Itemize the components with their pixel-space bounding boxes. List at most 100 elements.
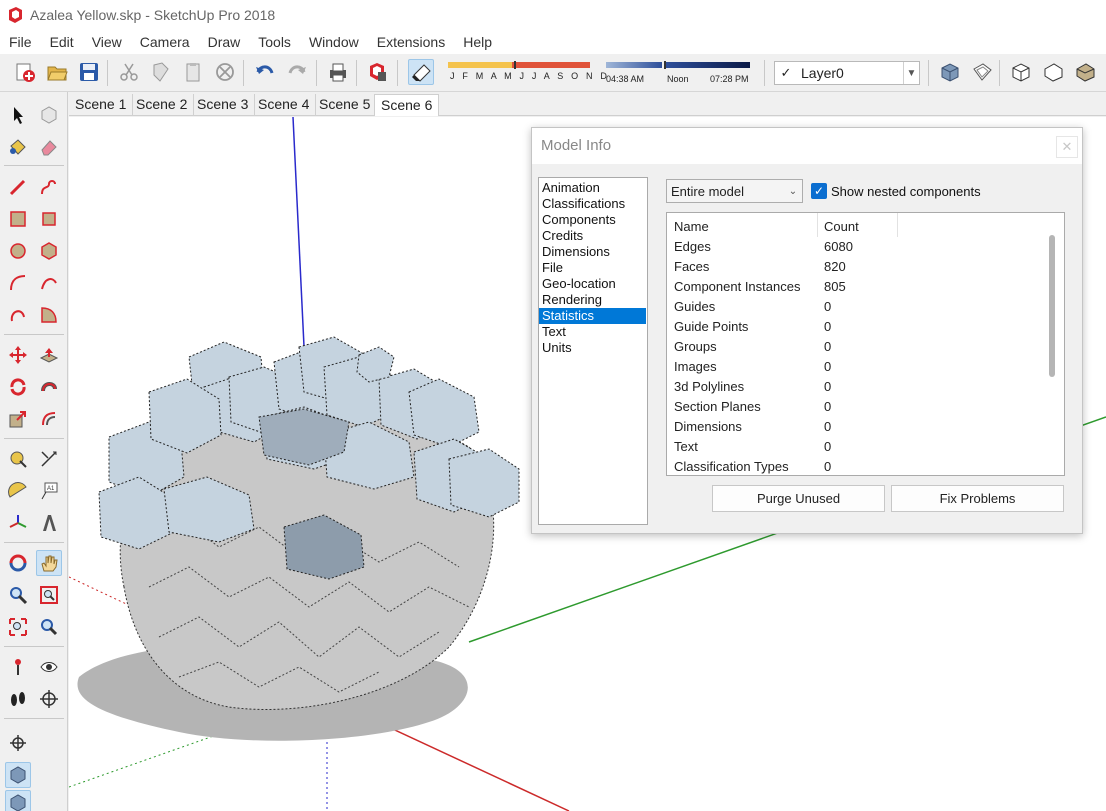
rotate-icon[interactable] [5,374,31,400]
position-camera-icon[interactable] [5,654,31,680]
axes-icon[interactable] [5,510,31,536]
zoom-extents-icon[interactable] [5,614,31,640]
component-view-icon[interactable] [5,762,31,788]
zoom-icon[interactable] [5,582,31,608]
menu-view[interactable]: View [83,30,131,54]
paint-bucket-icon[interactable] [5,134,31,160]
xray-icon[interactable] [1008,59,1034,85]
category-text[interactable]: Text [539,324,647,340]
menu-help[interactable]: Help [454,30,501,54]
previous-view-icon[interactable] [36,614,62,640]
menu-file[interactable]: File [0,30,41,54]
eraser-icon[interactable] [36,134,62,160]
select-arrow-icon[interactable] [5,102,31,128]
text-label-icon[interactable]: A1 [36,478,62,504]
shadow-date-slider[interactable]: J F M A M J J A S O N D [446,61,607,86]
polygon-icon[interactable] [36,238,62,264]
category-geo-location[interactable]: Geo-location [539,276,647,292]
paste-icon[interactable] [180,59,206,85]
pan-hand-icon[interactable] [36,550,62,576]
shadows-toggle-icon[interactable] [408,59,434,85]
3d-text-icon[interactable] [36,510,62,536]
menu-window[interactable]: Window [300,30,368,54]
top-view-icon[interactable] [969,59,995,85]
save-icon[interactable] [76,59,102,85]
menu-camera[interactable]: Camera [131,30,199,54]
menu-edit[interactable]: Edit [41,30,83,54]
category-file[interactable]: File [539,260,647,276]
tape-measure-icon[interactable] [5,446,31,472]
freehand-icon[interactable] [36,174,62,200]
push-pull-icon[interactable] [36,342,62,368]
copy-icon[interactable] [148,59,174,85]
follow-me-icon[interactable] [36,374,62,400]
shaded-icon[interactable] [1072,59,1098,85]
sandbox-icon[interactable] [5,730,31,756]
menu-draw[interactable]: Draw [199,30,250,54]
section-plane-icon[interactable] [36,686,62,712]
model-info-icon[interactable] [364,59,390,85]
category-units[interactable]: Units [539,340,647,356]
column-divider[interactable] [817,213,818,237]
iso-view-icon[interactable] [937,59,963,85]
tab-scene-2[interactable]: Scene 2 [130,94,195,116]
circle-icon[interactable] [5,238,31,264]
category-animation[interactable]: Animation [539,180,647,196]
tab-scene-3[interactable]: Scene 3 [191,94,256,116]
dialog-titlebar[interactable]: Model Info ✕ [532,128,1082,164]
show-nested-checkbox[interactable]: ✓ Show nested components [811,183,981,199]
category-components[interactable]: Components [539,212,647,228]
category-credits[interactable]: Credits [539,228,647,244]
tab-scene-1[interactable]: Scene 1 [69,94,134,116]
new-file-icon[interactable] [12,59,38,85]
look-around-icon[interactable] [36,654,62,680]
column-count[interactable]: Count [824,219,859,234]
zoom-window-icon[interactable] [36,582,62,608]
chevron-down-icon[interactable]: ▼ [903,62,919,84]
make-component-icon[interactable] [36,102,62,128]
tab-scene-6[interactable]: Scene 6 [374,94,440,116]
walk-icon[interactable] [5,686,31,712]
table-scrollbar[interactable] [1049,235,1055,377]
fix-problems-button[interactable]: Fix Problems [891,485,1064,512]
orbit-icon[interactable] [5,550,31,576]
protractor-icon[interactable] [5,478,31,504]
tab-scene-5[interactable]: Scene 5 [313,94,378,116]
two-point-arc-icon[interactable] [36,270,62,296]
pie-icon[interactable] [36,302,62,328]
date-slider-thumb[interactable] [514,61,516,69]
arc-icon[interactable] [5,270,31,296]
component-edit-icon[interactable] [5,790,31,811]
open-folder-icon[interactable] [44,59,70,85]
cut-icon[interactable] [116,59,142,85]
purge-unused-button[interactable]: Purge Unused [712,485,885,512]
offset-icon[interactable] [36,406,62,432]
erase-icon[interactable] [212,59,238,85]
menu-extensions[interactable]: Extensions [368,30,454,54]
time-slider-thumb[interactable] [664,61,666,69]
category-dimensions[interactable]: Dimensions [539,244,647,260]
rotated-rectangle-icon[interactable] [36,206,62,232]
tab-scene-4[interactable]: Scene 4 [252,94,317,116]
column-divider[interactable] [897,213,898,237]
move-icon[interactable] [5,342,31,368]
category-classifications[interactable]: Classifications [539,196,647,212]
shadow-time-slider[interactable]: 04:38 AM Noon 07:28 PM [606,61,752,86]
column-name[interactable]: Name [674,219,709,234]
hidden-line-icon[interactable] [1040,59,1066,85]
scope-dropdown[interactable]: Entire model ⌄ [666,179,803,203]
close-icon[interactable]: ✕ [1056,136,1078,158]
dimension-icon[interactable] [36,446,62,472]
menu-tools[interactable]: Tools [249,30,300,54]
undo-icon[interactable] [252,59,278,85]
print-icon[interactable] [325,59,351,85]
line-pencil-icon[interactable] [5,174,31,200]
layer-dropdown[interactable]: ✓ Layer0 ▼ [774,61,920,85]
three-point-arc-icon[interactable] [5,302,31,328]
checkbox-checked-icon[interactable]: ✓ [811,183,827,199]
rectangle-icon[interactable] [5,206,31,232]
redo-icon[interactable] [284,59,310,85]
category-statistics[interactable]: Statistics [539,308,646,324]
category-rendering[interactable]: Rendering [539,292,647,308]
scale-icon[interactable] [5,406,31,432]
